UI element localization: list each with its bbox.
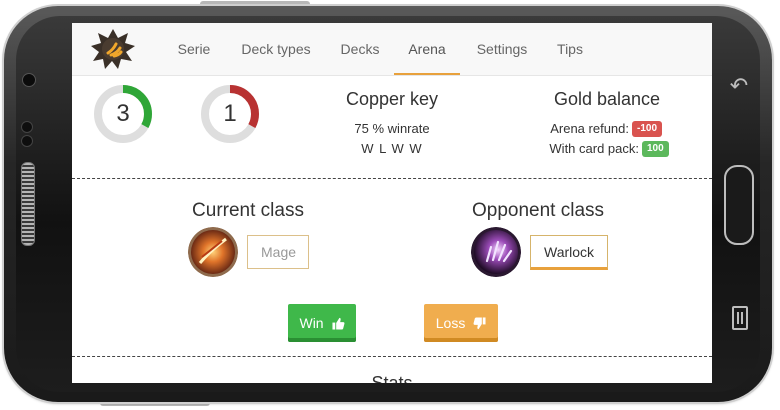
card-pack-label: With card pack: [549, 141, 639, 156]
speaker-grille [21, 162, 35, 246]
stats-section-title: Stats [371, 373, 413, 383]
winrate-text: 75 % winrate [354, 121, 430, 136]
section-divider [72, 178, 712, 179]
losses-gauge: 1 [199, 83, 261, 145]
key-title: Copper key [345, 89, 439, 109]
loss-button[interactable]: Loss [424, 304, 498, 342]
mage-fire-icon[interactable] [188, 227, 238, 277]
warlock-hand-icon[interactable] [471, 227, 521, 277]
navbar: Serie Deck types Decks Arena Settings Ti… [72, 23, 712, 76]
results-history: W L W W [361, 141, 423, 156]
current-class-title: Current class [192, 200, 304, 221]
nav-arena[interactable]: Arena [394, 23, 460, 75]
wins-count: 3 [116, 100, 130, 127]
sensor-icon [21, 135, 33, 147]
thumbs-up-icon [331, 317, 344, 330]
win-button-label: Win [299, 315, 324, 331]
app-screen: Serie Deck types Decks Arena Settings Ti… [72, 23, 712, 383]
back-arrow-icon[interactable]: ↶ [728, 74, 750, 98]
nav-tips[interactable]: Tips [550, 23, 590, 75]
home-button[interactable] [724, 165, 754, 245]
losses-count: 1 [223, 100, 237, 127]
opponent-class-field[interactable]: Warlock [530, 235, 608, 270]
arena-refund-label: Arena refund: [550, 121, 629, 136]
nav-decks[interactable]: Decks [336, 23, 384, 75]
gold-balance-title: Gold balance [553, 89, 661, 109]
hearthstone-claw-logo-icon[interactable] [90, 28, 136, 70]
arena-refund-badge: -100 [632, 121, 663, 137]
win-button[interactable]: Win [288, 304, 356, 342]
nav-settings[interactable]: Settings [472, 23, 532, 75]
nav-serie[interactable]: Serie [172, 23, 216, 75]
current-class-field[interactable]: Mage [247, 235, 309, 269]
thumbs-down-icon [473, 317, 486, 330]
camera-icon [22, 73, 36, 87]
opponent-class-title: Opponent class [471, 200, 605, 221]
wins-gauge: 3 [92, 83, 154, 145]
recent-apps-icon[interactable] [732, 306, 748, 330]
section-divider [72, 356, 712, 357]
nav-deck-types[interactable]: Deck types [238, 23, 314, 75]
loss-button-label: Loss [435, 315, 466, 331]
sensor-icon [21, 121, 33, 133]
card-pack-badge: 100 [642, 141, 669, 157]
